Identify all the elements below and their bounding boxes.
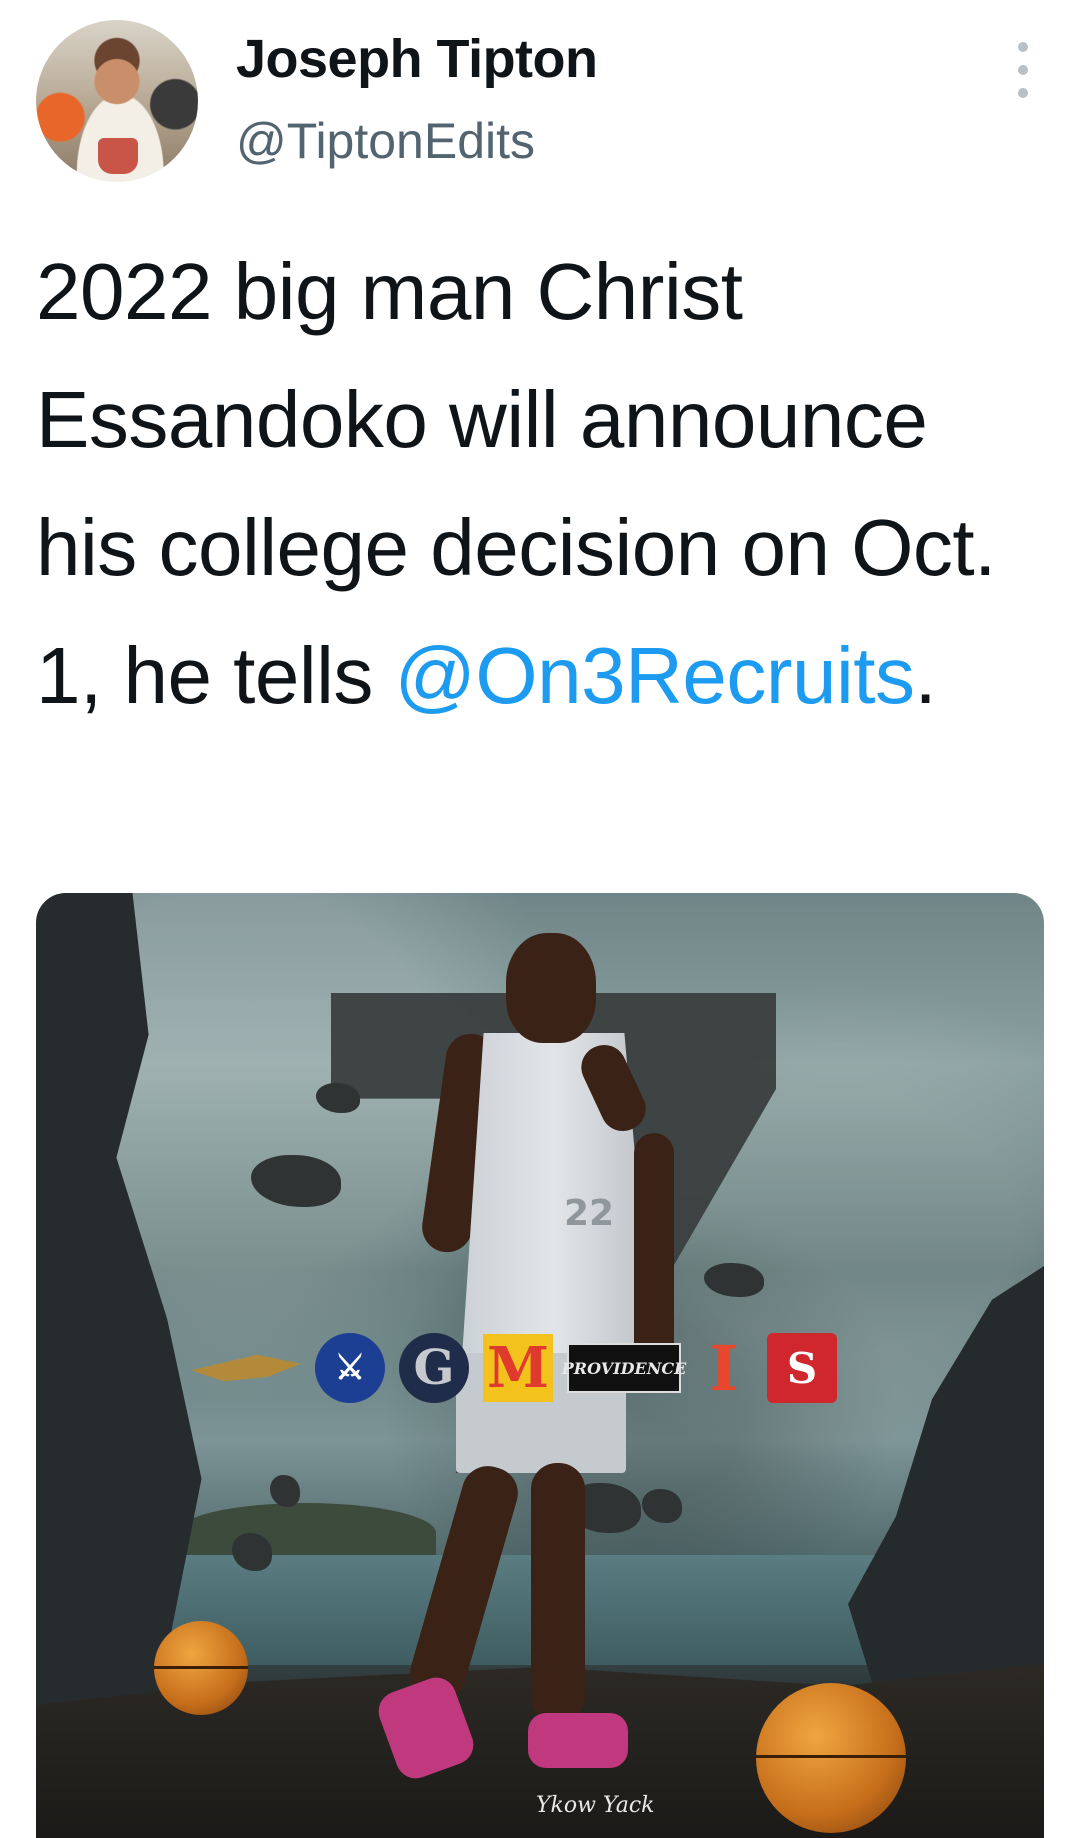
more-dot xyxy=(1018,88,1028,98)
maryland-logo: M xyxy=(483,1334,553,1402)
player-head xyxy=(506,933,596,1043)
avatar-shirt-logo xyxy=(98,138,138,174)
distant-hill xyxy=(176,1503,436,1563)
author-handle[interactable]: @TiptonEdits xyxy=(236,112,535,170)
artist-signature: Ykow Yack xyxy=(536,1793,655,1818)
player-arm xyxy=(634,1133,674,1363)
tweet-body-end: . xyxy=(914,631,937,720)
basketball xyxy=(154,1621,248,1715)
tweet-media-image[interactable]: 22 ⚔ G M PROVIDENCE I S Ykow Yack xyxy=(36,893,1044,1838)
more-dot xyxy=(1018,65,1028,75)
tweet-text: 2022 big man Christ Essandoko will annou… xyxy=(36,228,1046,740)
player-leg xyxy=(531,1463,585,1723)
seton-hall-logo: ⚔ xyxy=(315,1333,385,1403)
basketball xyxy=(756,1683,906,1833)
eagle-logo xyxy=(191,1354,301,1382)
school-logos-row: ⚔ G M PROVIDENCE I S xyxy=(191,1331,837,1405)
avatar[interactable] xyxy=(36,20,198,182)
illinois-logo: I xyxy=(709,1331,739,1405)
georgetown-logo: G xyxy=(399,1333,469,1403)
author-name[interactable]: Joseph Tipton xyxy=(236,28,598,90)
jersey-number: 22 xyxy=(564,1193,615,1234)
mention-link[interactable]: @On3Recruits xyxy=(395,631,915,720)
more-dot xyxy=(1018,42,1028,52)
more-vertical-icon[interactable] xyxy=(1010,42,1036,98)
player-shoe xyxy=(528,1713,628,1768)
providence-logo: PROVIDENCE xyxy=(562,1343,686,1393)
nc-state-logo: S xyxy=(767,1333,837,1403)
